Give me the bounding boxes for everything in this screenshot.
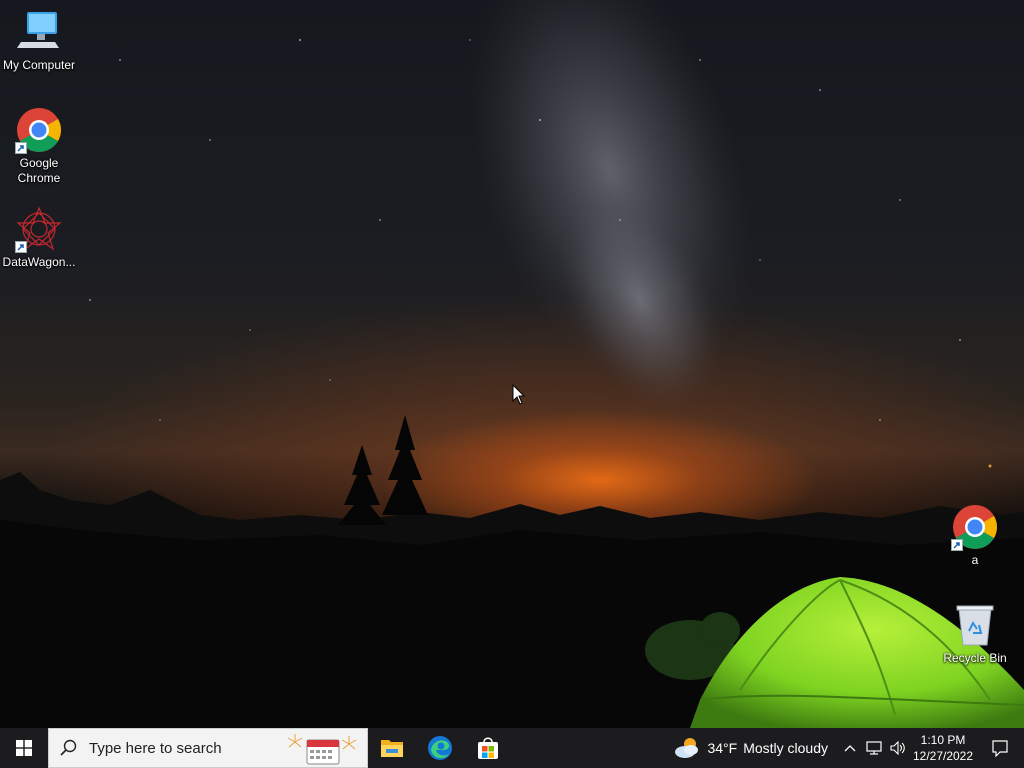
partly-cloudy-icon <box>675 738 699 758</box>
show-hidden-icons-button[interactable] <box>838 728 862 768</box>
shortcut-arrow-icon <box>15 142 27 154</box>
desktop-icon-datawagon[interactable]: DataWagon... <box>1 205 77 270</box>
notification-icon <box>992 740 1008 757</box>
edge-icon <box>428 736 452 760</box>
folder-icon <box>381 740 403 757</box>
clock-time: 1:10 PM <box>920 733 966 747</box>
desktop-icon-a[interactable]: a <box>937 503 1013 568</box>
clock-date: 12/27/2022 <box>912 749 974 763</box>
desktop-wallpaper <box>0 0 1024 728</box>
desktop-icon-label: My Computer <box>2 58 76 72</box>
desktop-icon-label: DataWagon... <box>2 255 76 269</box>
desktop-icon-label: a <box>971 553 979 567</box>
weather-widget[interactable]: 34°F Mostly cloudy <box>669 736 838 760</box>
taskbar-search-box[interactable]: Type here to search <box>48 728 368 768</box>
desktop-icon-label: Recycle Bin <box>943 651 1007 665</box>
network-button[interactable] <box>862 728 886 768</box>
shortcut-arrow-icon <box>15 241 27 253</box>
search-placeholder: Type here to search <box>89 739 222 757</box>
desktop-icon-my-computer[interactable]: My Computer <box>1 8 77 73</box>
volume-button[interactable] <box>886 728 910 768</box>
taskbar-clock[interactable]: 1:10 PM 12/27/2022 <box>910 732 976 764</box>
mouse-cursor-icon <box>512 384 526 405</box>
taskbar-store[interactable] <box>464 728 512 768</box>
chevron-up-icon <box>844 745 856 752</box>
wallpaper-landscape <box>0 0 1024 728</box>
calendar-fireworks-icon <box>287 734 357 765</box>
store-icon <box>478 737 498 759</box>
chrome-icon <box>15 106 63 154</box>
search-icon <box>49 739 89 757</box>
desktop-icon-recycle-bin[interactable]: Recycle Bin <box>937 601 1013 666</box>
desktop-icon-google-chrome[interactable]: Google Chrome <box>1 106 77 186</box>
system-tray: 34°F Mostly cloudy 1:10 PM 12/27/2022 <box>669 728 1024 768</box>
taskbar-edge[interactable] <box>416 728 464 768</box>
recycle-bin-icon <box>951 601 999 649</box>
weather-temperature: 34°F <box>707 740 738 756</box>
speaker-icon <box>890 741 905 755</box>
windows-logo-icon <box>16 740 32 756</box>
start-button[interactable] <box>0 728 48 768</box>
taskbar-file-explorer[interactable] <box>368 728 416 768</box>
action-center-button[interactable] <box>976 728 1024 768</box>
computer-icon <box>15 8 63 56</box>
shortcut-arrow-icon <box>951 539 963 551</box>
weather-condition: Mostly cloudy <box>743 740 828 756</box>
chrome-icon <box>951 503 999 551</box>
taskbar: Type here to search 34°F Mostly cloudy 1… <box>0 728 1024 768</box>
network-icon <box>866 741 882 755</box>
desktop-icon-label: Google Chrome <box>17 156 61 185</box>
datawagon-icon <box>15 205 63 253</box>
